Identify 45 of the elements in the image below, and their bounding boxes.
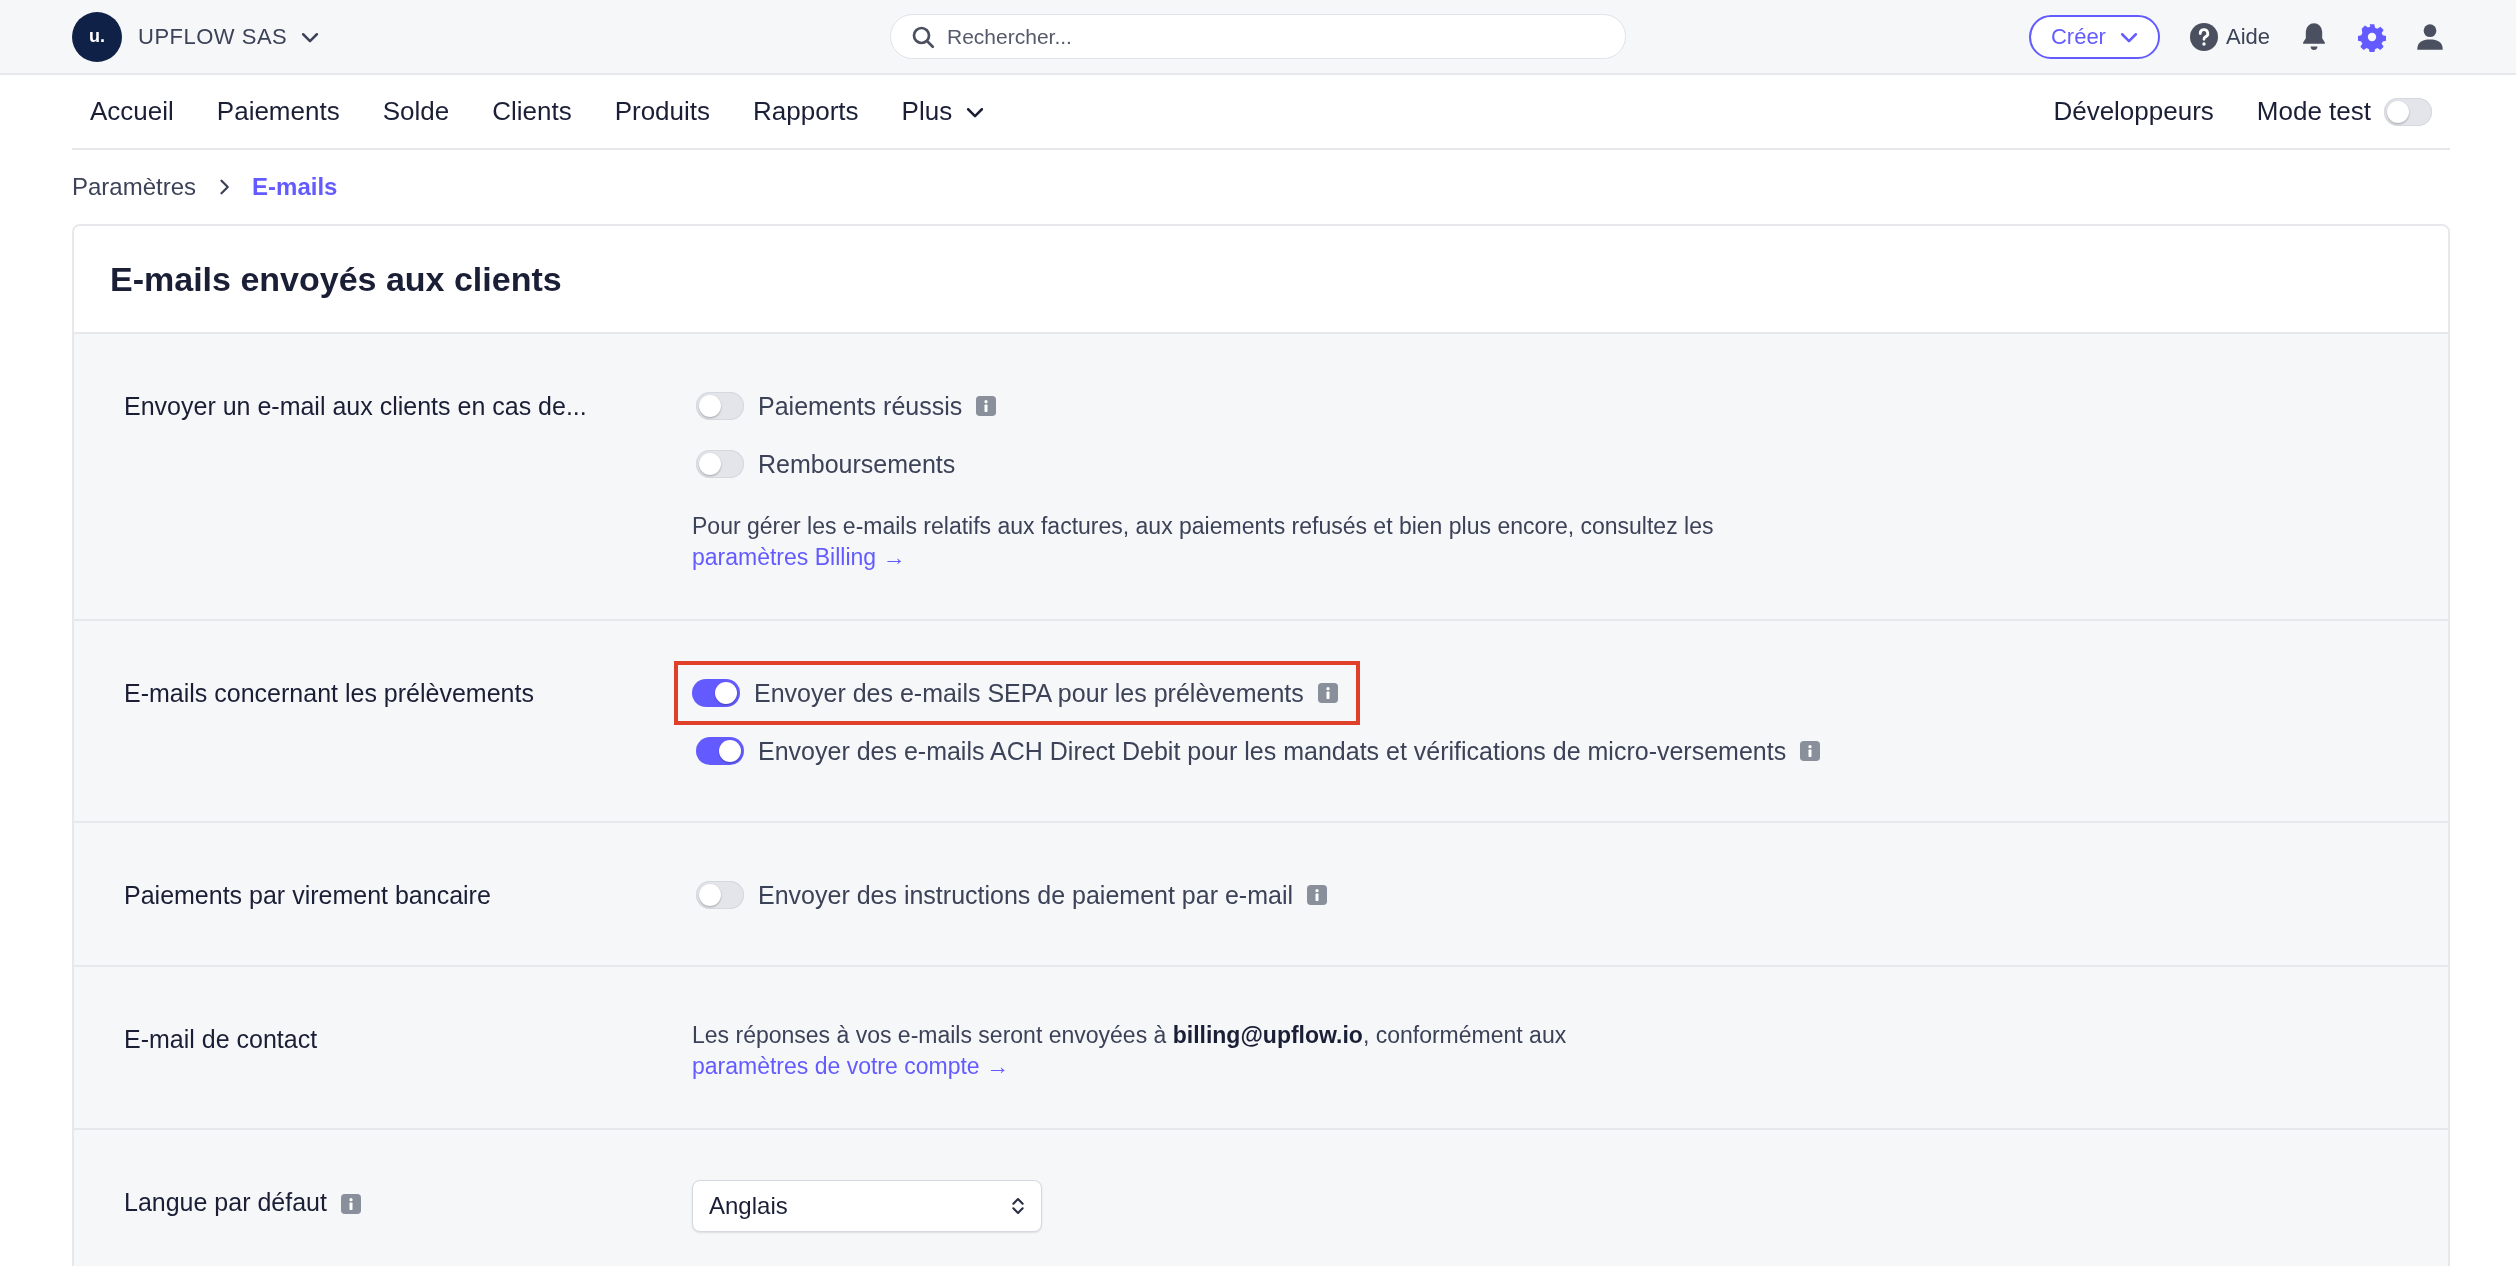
toggle-label: Envoyer des e-mails ACH Direct Debit pour les mandats et vérifications de micro-versements: [758, 736, 1787, 766]
nav-menu[interactable]: Plus: [901, 96, 987, 127]
search-input[interactable]: Rechercher...: [945, 23, 1605, 50]
toggle-label: Remboursements: [758, 449, 956, 479]
sort-arrows-icon: [1011, 1195, 1025, 1217]
toggle-switch[interactable]: [696, 881, 744, 909]
nav-link[interactable]: Rapports: [753, 96, 859, 127]
nav-link[interactable]: Paiements: [216, 96, 340, 127]
card-title: E-mails envoyés aux clients: [110, 259, 562, 299]
help-button[interactable]: Aide: [2189, 22, 2270, 51]
nav-link[interactable]: Clients: [492, 96, 572, 127]
toggle-switch[interactable]: [696, 737, 744, 765]
toggle-label: Mode test: [2256, 96, 2371, 127]
toggle-switch[interactable]: [696, 392, 744, 420]
nav-link[interactable]: Accueil: [90, 96, 174, 127]
nav-link[interactable]: Solde: [382, 96, 450, 127]
bell-icon[interactable]: [2300, 21, 2328, 52]
toggle-label: Paiements réussis: [758, 391, 963, 421]
section-label: E-mails concernant les prélèvements: [124, 679, 534, 708]
description-text: Les réponses à vos e-mails seront envoyées à billing@upflow.io, conformément aux: [692, 1021, 1567, 1050]
section-label: Langue par défaut: [124, 1188, 327, 1217]
section-label: Envoyer un e-mail aux clients en cas de...: [124, 392, 587, 421]
breadcrumb-link[interactable]: E-mails: [252, 173, 338, 201]
language-select[interactable]: Anglais: [692, 1180, 1042, 1232]
toggle-label: Envoyer des instructions de paiement par e-mail: [758, 880, 1293, 910]
toggle-switch[interactable]: [696, 450, 744, 478]
search-field[interactable]: Rechercher...: [890, 14, 1626, 59]
settings-link[interactable]: paramètres de votre compte →: [692, 1053, 1567, 1080]
toggle-switch[interactable]: [2384, 97, 2432, 126]
settings-link[interactable]: paramètres Billing →: [692, 544, 1714, 571]
user-icon[interactable]: [2416, 21, 2444, 52]
account-switcher[interactable]: UPFLOW SAS: [138, 23, 322, 50]
company-logo: u.: [72, 11, 122, 62]
settings-icon[interactable]: [2358, 21, 2386, 52]
nav-link[interactable]: Développeurs: [2053, 96, 2214, 127]
section-label: Paiements par virement bancaire: [124, 881, 491, 910]
help-icon: [2189, 22, 2218, 51]
breadcrumb-link[interactable]: Paramètres: [72, 173, 197, 201]
create-button[interactable]: Créer: [2028, 14, 2160, 59]
section-label: E-mail de contact: [124, 1025, 318, 1054]
nav-link[interactable]: Produits: [614, 96, 711, 127]
description-text: Pour gérer les e-mails relatifs aux factures, aux paiements refusés et bien plus encore, consultez les: [692, 512, 1714, 541]
toggle-switch[interactable]: [692, 679, 740, 707]
search-icon: [911, 24, 935, 49]
toggle-label: Envoyer des e-mails SEPA pour les prélèvements: [754, 678, 1304, 708]
